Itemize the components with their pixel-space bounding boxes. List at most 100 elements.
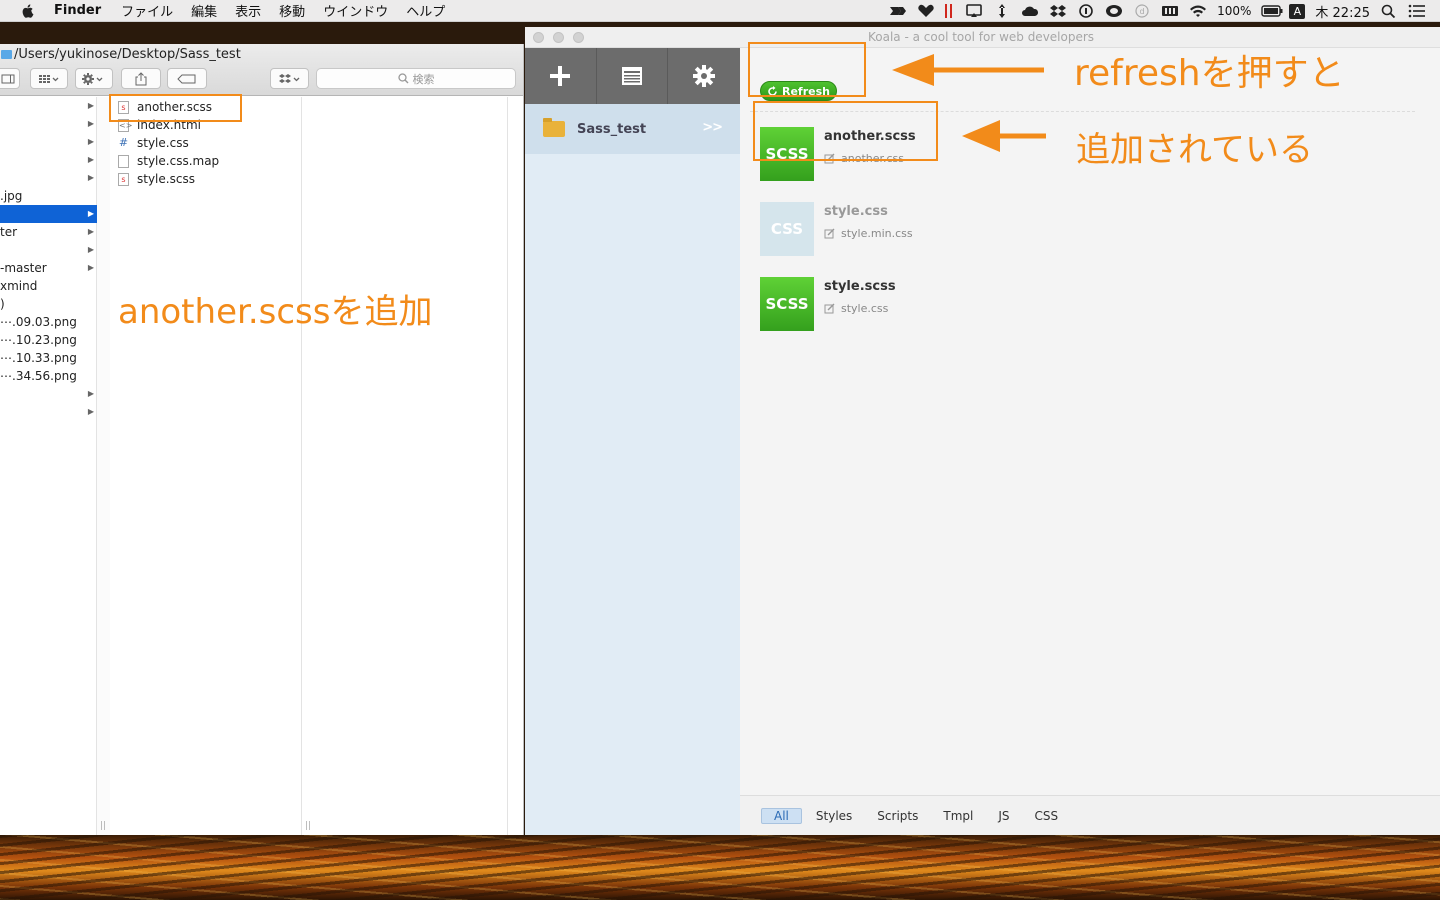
list-item-label: )	[0, 297, 5, 311]
finder-search-input[interactable]: 検索	[316, 68, 516, 89]
file-row-style-css[interactable]: # style.css	[118, 134, 189, 152]
tag-icon	[177, 74, 196, 83]
gear-icon	[693, 65, 716, 87]
arrow-pointing-refresh-icon	[892, 54, 1044, 86]
list-item[interactable]: ter ▶	[0, 223, 97, 241]
arrange-button[interactable]	[30, 68, 68, 89]
list-item[interactable]: .jpg	[0, 187, 97, 205]
filter-css[interactable]: CSS	[1024, 808, 1070, 824]
file-item-style-css[interactable]: CSS style.css style.min.css	[760, 202, 1060, 256]
pause-icon[interactable]	[945, 4, 955, 18]
open-project-chevron-icon[interactable]: >>	[702, 120, 723, 135]
menu-help[interactable]: ヘルプ	[406, 1, 445, 20]
file-item-style-scss[interactable]: SCSS style.scss style.css	[760, 277, 1060, 331]
filter-all[interactable]: All	[761, 807, 802, 824]
cloud-icon[interactable]	[1021, 4, 1039, 18]
list-item-selected[interactable]: ▶	[0, 205, 97, 223]
close-window-button[interactable]	[533, 32, 544, 43]
koala-window-title: Koala - a cool tool for web developers	[868, 30, 1095, 44]
css-file-icon: #	[118, 135, 129, 150]
share-icon	[135, 71, 147, 85]
list-item[interactable]: ⋯.10.33.png	[0, 349, 97, 367]
notification-center-icon[interactable]	[1408, 4, 1426, 18]
list-item[interactable]: ▶	[0, 133, 97, 151]
annotation-added-note: 追加されている	[1076, 130, 1313, 170]
input-method-indicator[interactable]: A	[1289, 3, 1306, 19]
battery-icon[interactable]	[1261, 4, 1283, 18]
menu-go[interactable]: 移動	[279, 1, 305, 20]
list-item-label: ter	[0, 225, 18, 239]
dropbox-chevron-icon	[278, 73, 299, 83]
battery-percent: 100%	[1217, 4, 1252, 18]
menu-app-name[interactable]: Finder	[54, 3, 101, 18]
menu-edit[interactable]: 編集	[191, 1, 217, 20]
list-item-label: .jpg	[0, 189, 23, 203]
list-item[interactable]: -master ▶	[0, 259, 97, 277]
share-button[interactable]	[121, 68, 161, 89]
action-button[interactable]	[75, 68, 113, 89]
menu-view[interactable]: 表示	[235, 1, 261, 20]
minimize-window-button[interactable]	[553, 32, 564, 43]
output-file[interactable]: style.min.css	[824, 227, 913, 240]
disclosure-arrow-icon: ▶	[87, 101, 94, 110]
creative-cloud-icon[interactable]	[1105, 4, 1123, 18]
file-name: style.css	[137, 136, 189, 150]
filter-tmpl[interactable]: Tmpl	[932, 808, 984, 824]
disclosure-arrow-icon: ▶	[87, 119, 94, 128]
bird-icon[interactable]	[889, 4, 907, 18]
project-item-sass-test[interactable]: Sass_test >>	[525, 104, 740, 154]
finder-toolbar: /Users/yukinose/Desktop/Sass_test 検索	[0, 44, 523, 96]
list-item[interactable]: ▶	[0, 115, 97, 133]
column-view-icon	[1, 74, 15, 83]
list-item[interactable]: ▶	[0, 151, 97, 169]
finder-column-sass-test[interactable]: s another.scss <> index.html # style.css…	[100, 97, 311, 835]
menu-clock[interactable]: 木 22:25	[1315, 2, 1370, 21]
grid-chevron-icon	[39, 74, 59, 83]
up-down-arrow-icon[interactable]	[993, 4, 1011, 18]
onepassword-icon[interactable]	[1077, 4, 1095, 18]
menu-window[interactable]: ウインドウ	[323, 1, 388, 20]
settings-button[interactable]	[668, 48, 740, 104]
apple-icon[interactable]	[20, 3, 36, 19]
dropbox-icon[interactable]	[1049, 4, 1067, 18]
list-item[interactable]: ▶	[0, 403, 97, 421]
add-project-button[interactable]	[525, 48, 597, 104]
list-item[interactable]: xmind	[0, 277, 97, 295]
menu-bar: Finder ファイル 編集 表示 移動 ウインドウ ヘルプ d 100% A …	[0, 0, 1440, 22]
heart-icon[interactable]	[917, 4, 935, 18]
list-item[interactable]: ▶	[0, 241, 97, 259]
tags-button[interactable]	[167, 68, 207, 89]
filter-styles[interactable]: Styles	[805, 808, 863, 824]
list-item[interactable]: ⋯.10.23.png	[0, 331, 97, 349]
wifi-icon[interactable]	[1189, 4, 1207, 18]
dropbox-menu-button[interactable]	[270, 68, 309, 89]
list-item[interactable]: ⋯.09.03.png	[0, 313, 97, 331]
column-resize-handle[interactable]: ||	[305, 821, 311, 831]
spotlight-search-icon[interactable]	[1380, 4, 1398, 18]
project-name: Sass_test	[577, 121, 647, 137]
menu-file[interactable]: ファイル	[121, 1, 173, 20]
list-item[interactable]: ▶	[0, 97, 97, 115]
d-circle-icon[interactable]: d	[1133, 4, 1151, 18]
filter-scripts[interactable]: Scripts	[866, 808, 929, 824]
list-item[interactable]: ▶	[0, 385, 97, 403]
filter-js[interactable]: JS	[987, 808, 1020, 824]
list-item[interactable]: ▶	[0, 169, 97, 187]
column-resize-handle[interactable]: ||	[100, 821, 106, 831]
list-item[interactable]: )	[0, 295, 97, 313]
finder-column-preview	[315, 97, 508, 835]
list-item[interactable]: ⋯.34.56.png	[0, 367, 97, 385]
file-name: style.css.map	[137, 154, 220, 168]
edit-icon	[824, 303, 835, 314]
output-file[interactable]: style.css	[824, 302, 888, 315]
view-toggle-button[interactable]	[0, 68, 20, 89]
file-row-style-css-map[interactable]: style.css.map	[118, 152, 219, 170]
css-badge: CSS	[760, 202, 814, 256]
file-row-style-scss[interactable]: s style.scss	[118, 170, 195, 188]
koala-toolbar	[525, 48, 740, 104]
memory-icon[interactable]	[1161, 4, 1179, 18]
zoom-window-button[interactable]	[573, 32, 584, 43]
airplay-icon[interactable]	[965, 4, 983, 18]
log-button[interactable]	[597, 48, 669, 104]
finder-column-parent[interactable]: ▶ ▶ ▶ ▶ ▶ .jpg ▶ ter ▶ ▶ -master ▶ xmind )…	[0, 97, 97, 835]
